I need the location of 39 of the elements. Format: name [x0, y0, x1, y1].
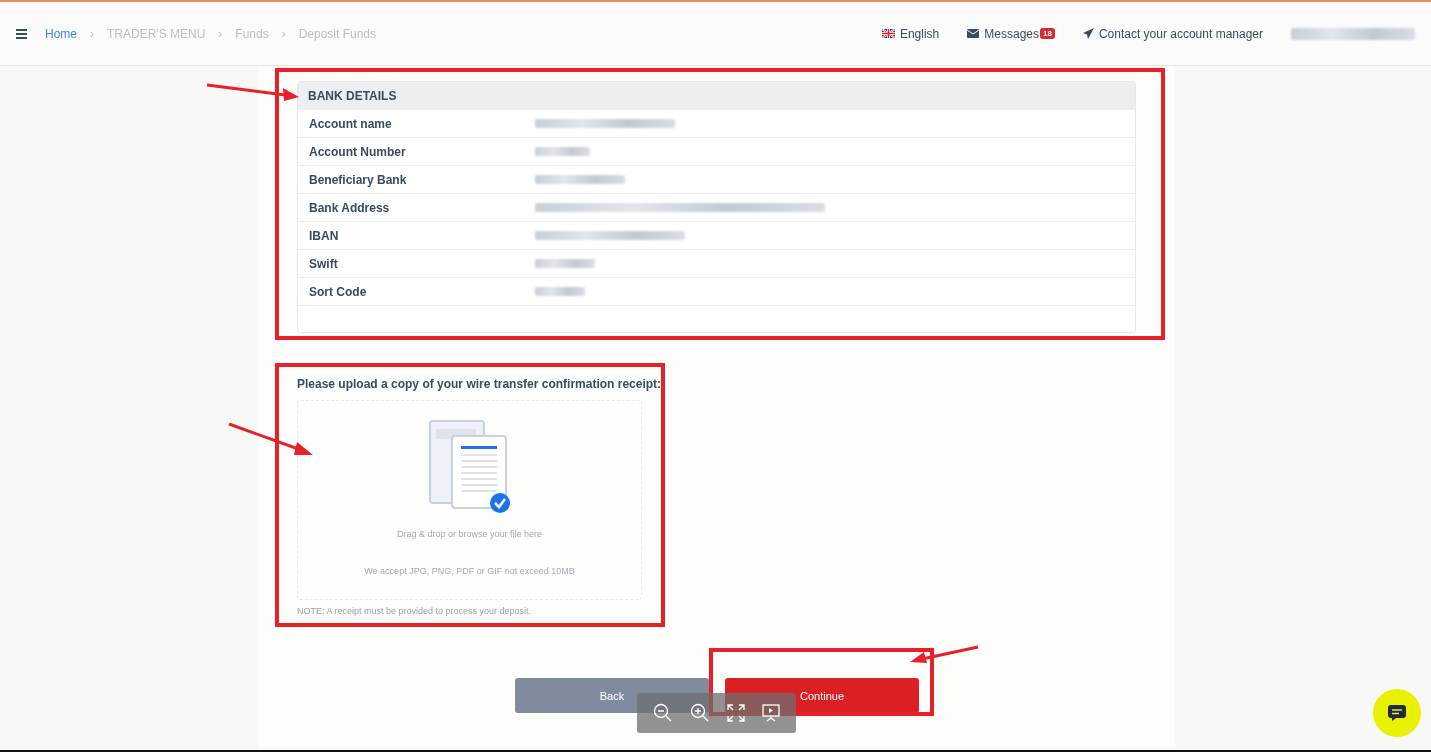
blurred-value [535, 287, 585, 296]
file-drop-zone[interactable]: Drag & drop or browse your file here We accept JPG, PNG, PDF or GIF not exceed 10MB [297, 400, 642, 600]
contact-manager-link[interactable]: Contact your account manager [1082, 26, 1263, 41]
receipt-note: NOTE: A receipt must be provided to process your deposit. [297, 606, 533, 616]
table-cell-text: Account name [309, 116, 393, 131]
table-cell-text: Beneficiary Bank [309, 172, 408, 187]
drop-hint: Drag & drop or browse your file here [396, 529, 543, 539]
breadcrumb-separator: › [281, 26, 286, 41]
table-cell-text: IBAN [309, 228, 340, 243]
accepted-formats-text: We accept JPG, PNG, PDF or GIF not exceed 10MB [364, 566, 575, 576]
table-cell-text: Account Number [309, 144, 407, 159]
chat-button[interactable] [1373, 689, 1421, 737]
chat-icon [1388, 705, 1406, 721]
breadcrumb-link[interactable]: Home [45, 26, 77, 41]
table-header: BANK DETAILS [298, 82, 1135, 110]
blurred-value [535, 259, 595, 268]
table-cell-text: Swift [309, 256, 339, 271]
upload-title: Please upload a copy of your wire transfer confirmation receipt: [297, 377, 662, 392]
blurred-value [535, 147, 590, 156]
breadcrumb-link[interactable]: TRADER'S MENU [107, 26, 206, 41]
fullscreen-icon[interactable] [726, 704, 745, 722]
breadcrumb-separator: › [90, 26, 94, 41]
envelope-icon [967, 29, 980, 38]
paper-plane-icon [1082, 28, 1094, 39]
table-cell-text: Sort Code [309, 284, 368, 299]
table-cell-text: Bank Address [309, 200, 391, 215]
zoom-out-icon[interactable] [653, 703, 674, 723]
breadcrumb-link[interactable]: Funds [235, 26, 269, 41]
breadcrumb-link[interactable]: Deposit Funds [298, 26, 377, 41]
menu-icon[interactable] [16, 28, 27, 39]
language-link[interactable]: English [881, 26, 940, 41]
documents-icon [427, 419, 512, 515]
message-count-badge: 18 [1040, 28, 1055, 39]
flag-icon [881, 29, 895, 38]
breadcrumb-separator: › [218, 26, 223, 41]
presentation-icon[interactable] [761, 704, 780, 722]
annotation-arrow [908, 645, 980, 665]
zoom-in-icon[interactable] [690, 703, 711, 723]
messages-link[interactable]: Messages 18 [967, 26, 1055, 41]
